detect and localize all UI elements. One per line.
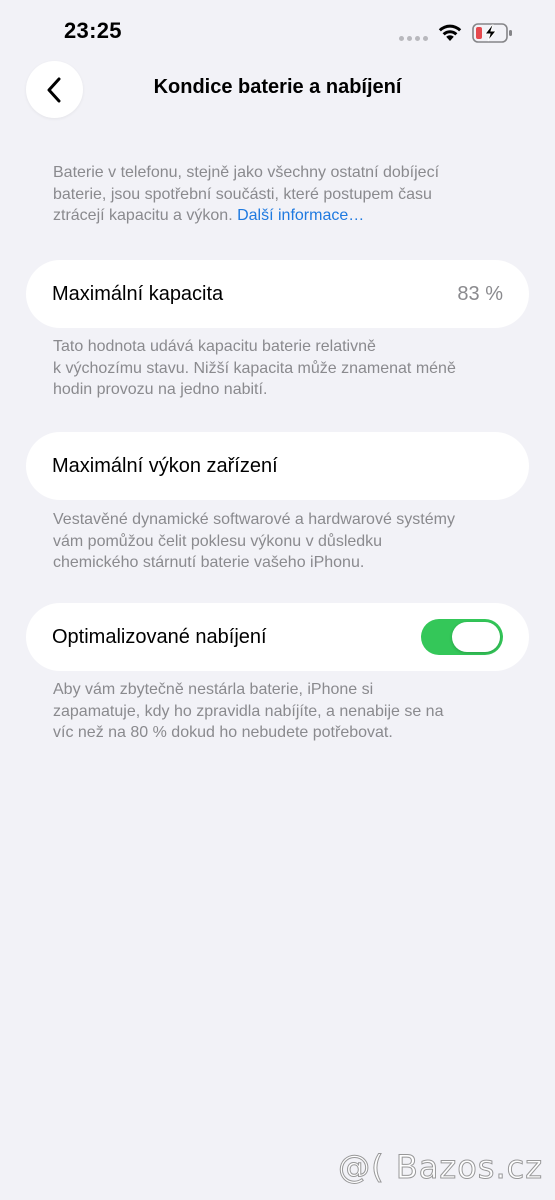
- intro-note: Baterie v telefonu, stejně jako všechny …: [53, 162, 513, 227]
- optimized-charging-toggle[interactable]: [421, 619, 503, 655]
- max-capacity-row: Maximální kapacita 83 %: [26, 260, 529, 328]
- more-info-link[interactable]: Další informace…: [237, 207, 364, 224]
- note-line: k výchozímu stavu. Nižší kapacita může z…: [53, 359, 456, 377]
- status-time: 23:25: [64, 18, 122, 43]
- intro-line: Baterie v telefonu, stejně jako všechny …: [53, 164, 440, 181]
- optimized-charging-note: Aby vám zbytečně nestárla baterie, iPhon…: [53, 679, 513, 744]
- max-performance-row[interactable]: Maximální výkon zařízení: [26, 432, 529, 500]
- note-line: zapamatuje, kdy ho zpravidla nabíjíte, a…: [53, 702, 444, 720]
- note-line: hodin provozu na jedno nabití.: [53, 381, 268, 398]
- max-performance-note: Vestavěné dynamické softwarové a hardwar…: [53, 509, 513, 574]
- bazos-watermark: @( Bazos.cz: [338, 1148, 543, 1187]
- intro-line: ztrácejí kapacitu a výkon.: [53, 207, 233, 224]
- max-performance-label: Maximální výkon zařízení: [52, 454, 278, 477]
- note-line: Tato hodnota udává kapacitu baterie rela…: [53, 338, 376, 355]
- wifi-icon: [438, 24, 462, 41]
- toggle-knob: [452, 622, 500, 652]
- max-capacity-value: 83 %: [457, 282, 503, 305]
- status-bar: 23:25: [0, 0, 555, 62]
- note-line: chemického stárnutí baterie vašeho iPhon…: [53, 554, 365, 571]
- max-capacity-note: Tato hodnota udává kapacitu baterie rela…: [53, 336, 513, 401]
- cellular-signal-icon: [399, 36, 428, 41]
- battery-charging-icon: [472, 23, 512, 43]
- optimized-charging-label: Optimalizované nabíjení: [52, 625, 267, 648]
- note-line: vám pomůžou čelit poklesu výkonu v důsle…: [53, 532, 383, 550]
- note-line: víc než na 80 % dokud ho nebudete potřeb…: [53, 724, 393, 741]
- page-title: Kondice baterie a nabíjení: [153, 76, 402, 98]
- note-line: Aby vám zbytečně nestárla baterie, iPhon…: [53, 681, 374, 698]
- max-capacity-label: Maximální kapacita: [52, 282, 224, 305]
- note-line: Vestavěné dynamické softwarové a hardwar…: [53, 511, 455, 528]
- intro-line: baterie, jsou spotřební součásti, které …: [53, 185, 432, 203]
- optimized-charging-row: Optimalizované nabíjení: [26, 603, 529, 671]
